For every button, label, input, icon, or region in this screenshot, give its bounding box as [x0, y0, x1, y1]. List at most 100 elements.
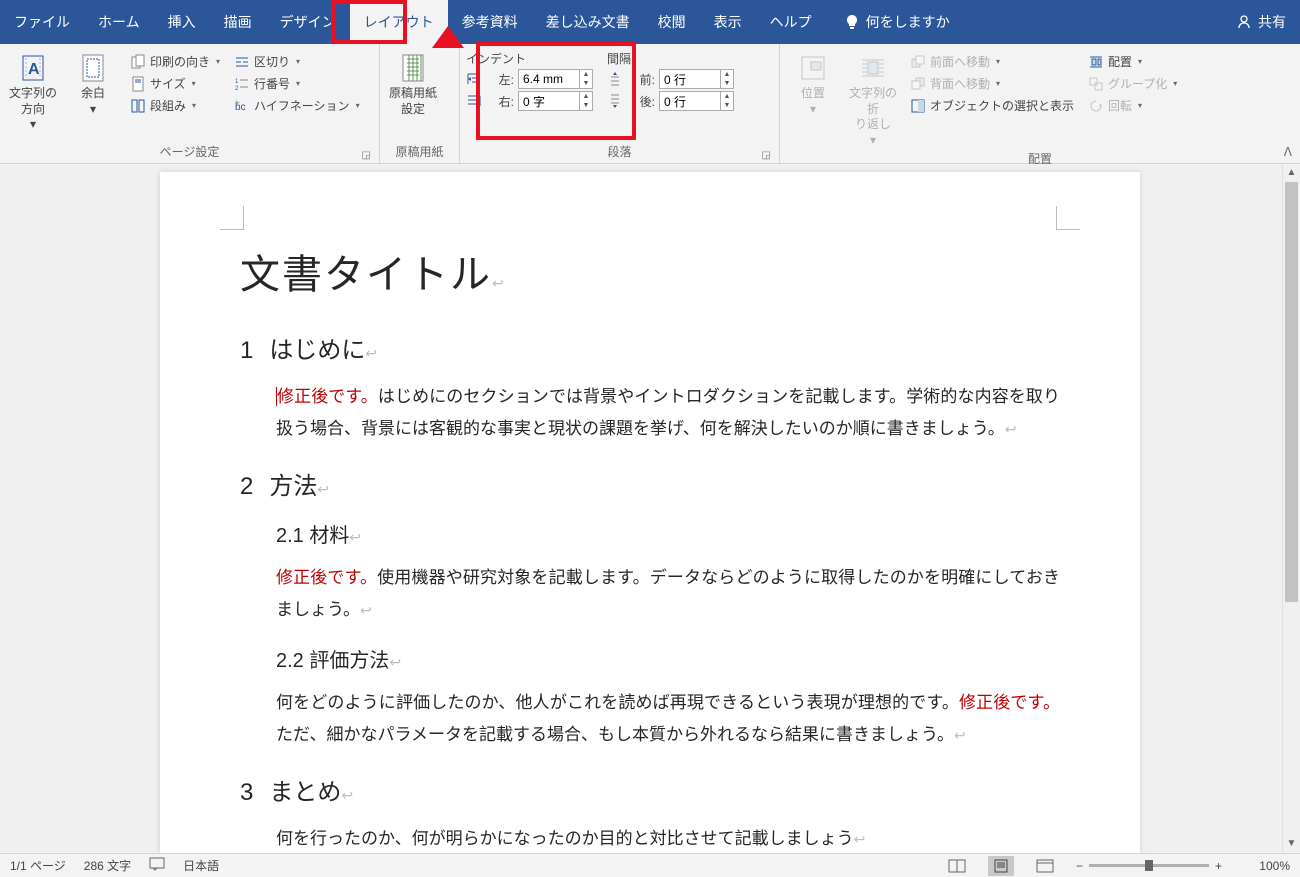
group-icon	[1088, 76, 1104, 92]
tab-help[interactable]: ヘルプ	[756, 0, 826, 44]
group-label-manuscript: 原稿用紙	[386, 141, 453, 163]
spin-down[interactable]: ▼	[580, 101, 592, 110]
tab-view[interactable]: 表示	[700, 0, 756, 44]
tab-design[interactable]: デザイン	[266, 0, 350, 44]
spacing-after-spinbox[interactable]: ▲▼	[659, 91, 734, 111]
tab-insert[interactable]: 挿入	[154, 0, 210, 44]
zoom-slider[interactable]: − +	[1076, 859, 1222, 873]
scroll-thumb[interactable]	[1285, 182, 1298, 602]
spin-down[interactable]: ▼	[721, 79, 733, 88]
line-numbers-icon: 12	[234, 76, 250, 92]
view-print-layout[interactable]	[988, 856, 1014, 876]
spacing-before-spinbox[interactable]: ▲▼	[659, 69, 734, 89]
paragraph-launcher[interactable]: ◲	[762, 150, 771, 161]
indent-section: インデント 左: ▲▼ 右: ▲▼	[466, 50, 593, 113]
tell-me[interactable]: 何をしますか	[830, 12, 964, 32]
heading-2-2: 2.2 評価方法↩	[276, 644, 1060, 673]
doc-title: 文書タイトル↩	[240, 242, 1060, 300]
tab-draw[interactable]: 描画	[210, 0, 266, 44]
svg-text:A: A	[28, 61, 40, 78]
spin-down[interactable]: ▼	[721, 101, 733, 110]
orientation-icon	[130, 54, 146, 70]
breaks-icon	[234, 54, 250, 70]
svg-text:2: 2	[235, 86, 239, 92]
bring-forward-button: 前面へ移動▾	[906, 52, 1078, 71]
position-icon	[797, 52, 829, 84]
page-setup-launcher[interactable]: ◲	[362, 150, 371, 161]
indent-left-icon	[466, 71, 482, 87]
margins-button[interactable]: 余白▾	[66, 48, 120, 117]
spacing-after-label: 後:	[627, 93, 655, 110]
tell-me-label: 何をしますか	[866, 12, 950, 32]
spacing-title: 間隔	[607, 50, 734, 67]
wrap-icon	[857, 52, 889, 84]
status-page[interactable]: 1/1 ページ	[10, 857, 66, 874]
scroll-down-button[interactable]: ▼	[1283, 835, 1300, 853]
page[interactable]: 文書タイトル↩ 1はじめに↩ 修正後です。はじめにのセクションでは背景やイントロ…	[160, 172, 1140, 853]
orientation-button[interactable]: 印刷の向き▾	[126, 52, 224, 71]
align-button[interactable]: 配置▾	[1084, 52, 1181, 71]
hyphenation-button[interactable]: bca-ハイフネーション▾	[230, 96, 364, 115]
collapse-ribbon-button[interactable]: ᐱ	[1284, 145, 1292, 159]
spacing-before-label: 前:	[627, 71, 655, 88]
tab-file[interactable]: ファイル	[0, 0, 84, 44]
columns-button[interactable]: 段組み▾	[126, 96, 224, 115]
indent-left-input[interactable]	[519, 70, 579, 88]
scroll-track[interactable]	[1283, 182, 1300, 835]
scroll-up-button[interactable]: ▲	[1283, 164, 1300, 182]
bring-forward-icon	[910, 54, 926, 70]
tab-review[interactable]: 校閲	[644, 0, 700, 44]
tab-mailings[interactable]: 差し込み文書	[532, 0, 644, 44]
margin-corner-icon	[220, 206, 244, 230]
group-objects-button: グループ化▾	[1084, 74, 1181, 93]
group-arrange: 位置▾ 文字列の折 り返し▾ 前面へ移動▾ 背面へ移動▾ オブジェクトの選択と表…	[780, 44, 1300, 163]
manuscript-settings-button[interactable]: 原稿用紙 設定	[386, 48, 440, 117]
view-web-layout[interactable]	[1032, 856, 1058, 876]
vertical-scrollbar[interactable]: ▲ ▼	[1282, 164, 1300, 853]
group-paragraph: インデント 左: ▲▼ 右: ▲▼ 間隔 前: ▲▼	[460, 44, 780, 163]
spacing-after-icon	[607, 93, 623, 109]
indent-right-input[interactable]	[519, 92, 579, 110]
breaks-button[interactable]: 区切り▾	[230, 52, 364, 71]
paragraph: 修正後です。使用機器や研究対象を記載します。データならどのように取得したのかを明…	[276, 562, 1060, 627]
line-numbers-button[interactable]: 12行番号▾	[230, 74, 364, 93]
spacing-before-icon	[607, 71, 623, 87]
size-button[interactable]: サイズ▾	[126, 74, 224, 93]
bulb-icon	[844, 14, 860, 30]
paragraph: 何を行ったのか、何が明らかになったのか目的と対比させて記載しましょう↩	[276, 823, 1060, 853]
group-manuscript: 原稿用紙 設定 原稿用紙	[380, 44, 460, 163]
indent-right-spinbox[interactable]: ▲▼	[518, 91, 593, 111]
status-language[interactable]: 日本語	[183, 857, 219, 874]
spin-up[interactable]: ▲	[580, 70, 592, 79]
spin-up[interactable]: ▲	[721, 92, 733, 101]
spin-down[interactable]: ▼	[580, 79, 592, 88]
spin-up[interactable]: ▲	[721, 70, 733, 79]
manuscript-icon	[397, 52, 429, 84]
spacing-before-input[interactable]	[660, 70, 720, 88]
send-backward-icon	[910, 76, 926, 92]
zoom-track[interactable]	[1089, 864, 1209, 867]
selection-pane-button[interactable]: オブジェクトの選択と表示	[906, 96, 1078, 115]
share-button[interactable]: 共有	[1236, 12, 1286, 32]
spin-up[interactable]: ▲	[580, 92, 592, 101]
paragraph: 何をどのように評価したのか、他人がこれを読めば再現できるという表現が理想的です。…	[276, 687, 1060, 752]
status-word-count[interactable]: 286 文字	[84, 857, 131, 874]
indent-left-spinbox[interactable]: ▲▼	[518, 69, 593, 89]
tab-home[interactable]: ホーム	[84, 0, 154, 44]
spacing-after-input[interactable]	[660, 92, 720, 110]
margins-icon	[77, 52, 109, 84]
proofing-icon[interactable]	[149, 857, 165, 874]
wrap-text-button: 文字列の折 り返し▾	[846, 48, 900, 148]
group-label-paragraph: 段落	[607, 145, 631, 159]
zoom-level[interactable]: 100%	[1240, 859, 1290, 873]
selection-pane-icon	[910, 98, 926, 114]
text-direction-button[interactable]: A 文字列の 方向▾	[6, 48, 60, 133]
zoom-in-button[interactable]: +	[1215, 859, 1222, 873]
ribbon: A 文字列の 方向▾ 余白▾ 印刷の向き▾ サイズ▾ 段組み▾ 区切り▾ 12行…	[0, 44, 1300, 164]
document-area: 文書タイトル↩ 1はじめに↩ 修正後です。はじめにのセクションでは背景やイントロ…	[0, 164, 1300, 853]
zoom-out-button[interactable]: −	[1076, 859, 1083, 873]
heading-3: 3まとめ↩	[240, 772, 1060, 807]
view-read-mode[interactable]	[944, 856, 970, 876]
rotate-icon	[1088, 98, 1104, 114]
zoom-thumb[interactable]	[1145, 860, 1153, 871]
